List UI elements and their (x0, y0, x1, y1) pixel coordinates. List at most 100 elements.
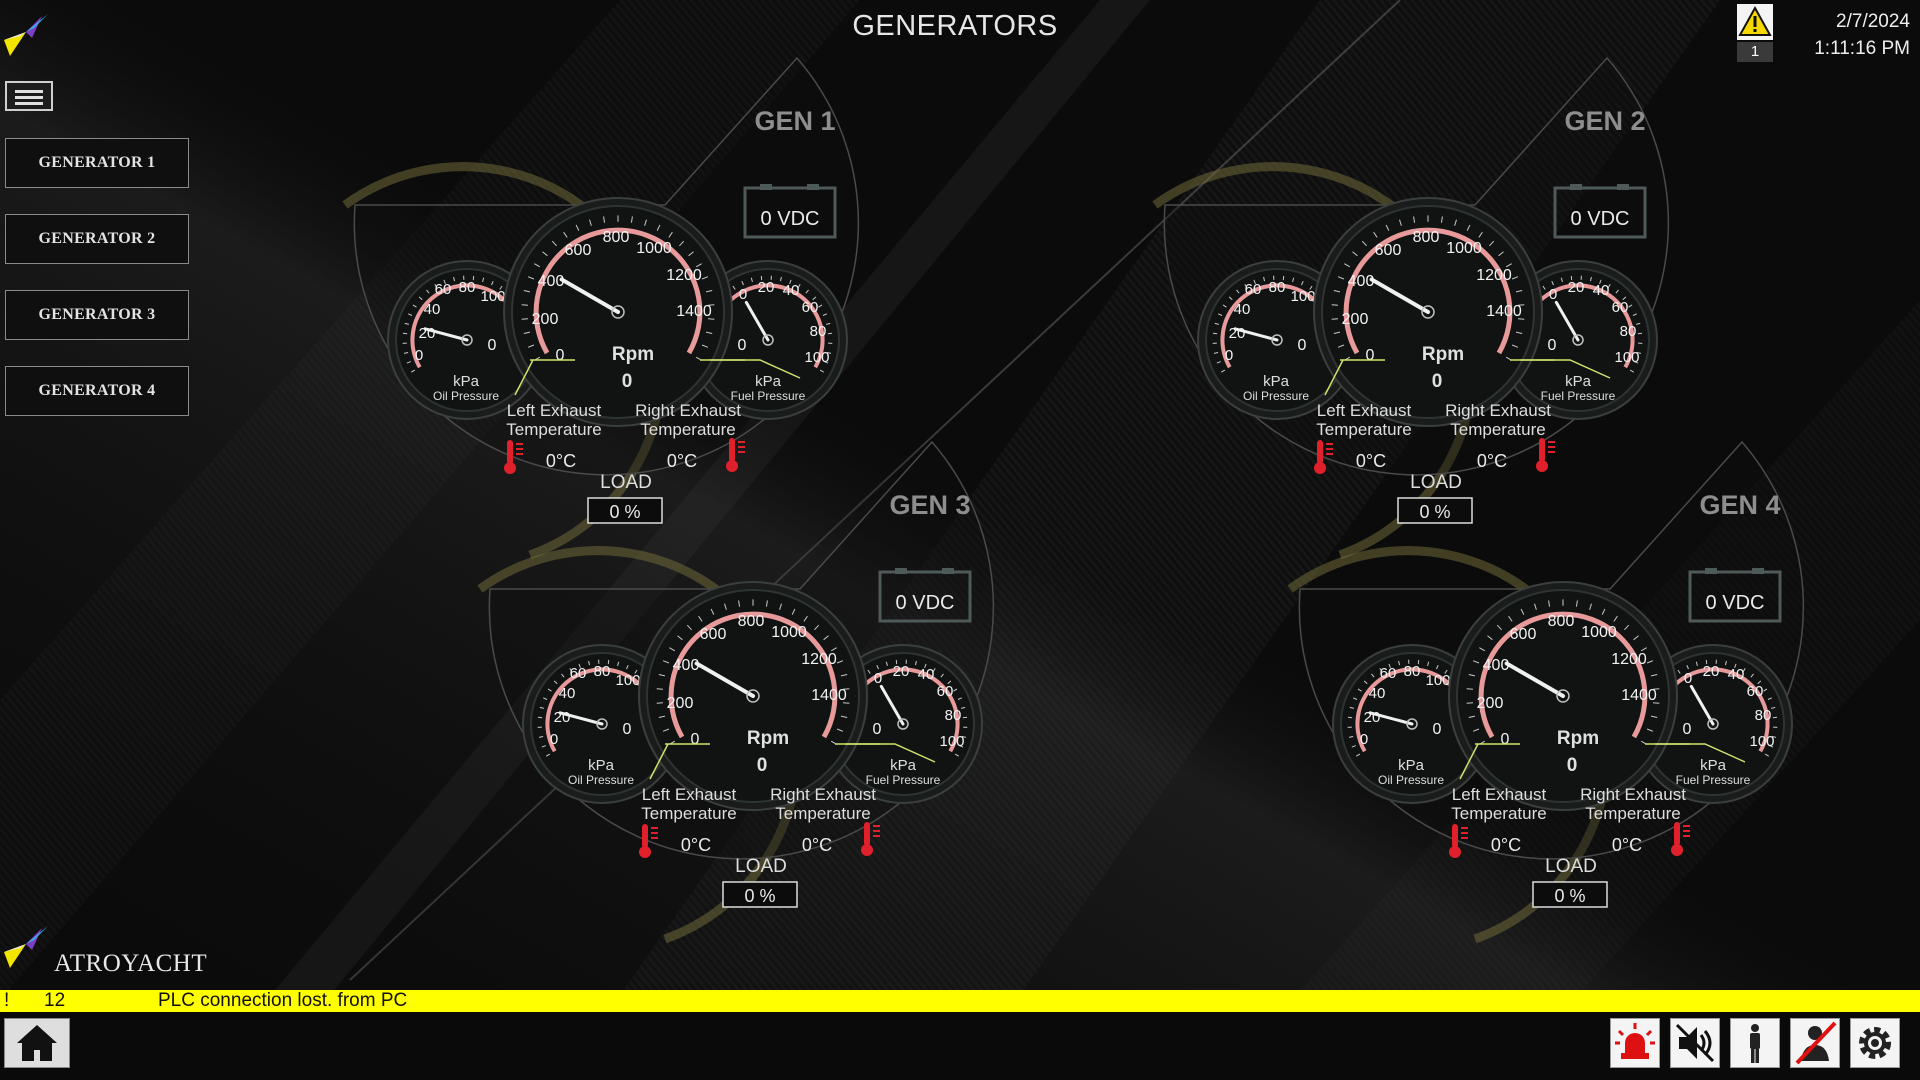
gauge-tick-label: 20 (893, 663, 910, 680)
gauge-tick-label: 1000 (1446, 240, 1482, 257)
load-value: 0 % (1554, 886, 1585, 906)
gauge-tick-label: 100 (480, 288, 505, 305)
logout-button[interactable] (1790, 1018, 1840, 1068)
gauge-tick-label: 20 (1568, 279, 1585, 296)
date-text: 2/7/2024 (1836, 11, 1910, 32)
rpm-unit: Rpm (612, 344, 654, 365)
gauge-tick-label: 0 (1684, 670, 1692, 687)
settings-button[interactable] (1850, 1018, 1900, 1068)
gauge-tick-label: 100 (1749, 733, 1774, 750)
alarm-banner[interactable]: ! 12 PLC connection lost. from PC (0, 990, 1920, 1012)
gauge-tick-label: 80 (1755, 707, 1772, 724)
gauge-tick-label: 1200 (1476, 267, 1512, 284)
right-exhaust-label: Right Exhaust (770, 785, 876, 804)
oil-pressure-label: Oil Pressure (1243, 389, 1309, 403)
voltage-value: 0 VDC (1706, 592, 1765, 614)
siren-button[interactable] (1610, 1018, 1660, 1068)
fuel-pressure-label: Fuel Pressure (866, 773, 941, 787)
gauge-tick-label: 60 (937, 683, 954, 700)
mute-button[interactable] (1670, 1018, 1720, 1068)
brand: ATROYACHT (2, 922, 232, 980)
battery-icon (895, 568, 907, 574)
right-exhaust-label: Right Exhaust (1580, 785, 1686, 804)
gauge-tick-label: 800 (738, 613, 765, 630)
nav-generator-1-button[interactable]: GENERATOR 1 (5, 138, 189, 188)
rpm-gauge: 0 200 400600 800 1000 1200 1400 (1448, 581, 1678, 811)
fuel-pressure-value: 0 (1683, 721, 1692, 738)
alarm-flag: ! (4, 990, 10, 1011)
right-exhaust-label-2: Temperature (775, 804, 870, 823)
oil-pressure-value: 0 (488, 337, 497, 354)
gauge-tick-label: 0 (1360, 731, 1368, 748)
rpm-value: 0 (622, 371, 633, 392)
gauge-tick-label: 40 (1369, 685, 1386, 702)
gauge-tick-label: 0 (1366, 347, 1375, 364)
gauge-tick-label: 100 (804, 349, 829, 366)
gauge-tick-label: 40 (918, 666, 935, 683)
generator-panel-3: GEN 30 VDC0204060 801000kPaOil Pressure0 2… (477, 440, 995, 944)
load-value: 0 % (609, 502, 640, 522)
nav-generator-3-button[interactable]: GENERATOR 3 (5, 290, 189, 340)
nav-generator-2-button[interactable]: GENERATOR 2 (5, 214, 189, 264)
time-text: 1:11:16 PM (1814, 38, 1910, 59)
active-alarm-indicator[interactable]: 1 (1737, 4, 1773, 62)
gauge-tick-label: 40 (1728, 666, 1745, 683)
nav-generator-4-button[interactable]: GENERATOR 4 (5, 366, 189, 416)
gauge-tick-label: 1000 (771, 624, 807, 641)
gauge-tick-label: 800 (1548, 613, 1575, 630)
gauge-tick-label: 400 (1348, 273, 1375, 290)
siren-icon (1615, 1023, 1655, 1059)
rpm-value: 0 (1567, 755, 1578, 776)
gauge-tick-label: 0 (1501, 731, 1510, 748)
load-label: LOAD (600, 472, 652, 493)
rpm-value: 0 (757, 755, 768, 776)
gauge-tick-label: 200 (667, 695, 694, 712)
fuel-pressure-unit: kPa (890, 757, 917, 774)
gauge-tick-label: 60 (802, 299, 819, 316)
person-disabled-icon (1795, 1021, 1837, 1065)
fuel-pressure-label: Fuel Pressure (1541, 389, 1616, 403)
gauge-tick-label: 40 (559, 685, 576, 702)
menu-button[interactable] (5, 81, 53, 111)
left-exhaust-label: Left Exhaust (1317, 401, 1412, 420)
rpm-value: 0 (1432, 371, 1443, 392)
gauge-tick-label: 1000 (1581, 624, 1617, 641)
menu-icon-line (15, 96, 43, 99)
rpm-gauge: 0 200 400600 800 1000 1200 1400 (503, 197, 733, 427)
gauge-tick-label: 80 (594, 663, 611, 680)
gauge-tick-label: 600 (565, 242, 592, 259)
gauge-tick-label: 80 (945, 707, 962, 724)
gauge-tick-label: 60 (1245, 281, 1262, 298)
menu-icon-line (15, 102, 43, 105)
gauge-tick-label: 400 (538, 273, 565, 290)
gauge-tick-label: 1200 (801, 651, 837, 668)
gauge-tick-label: 80 (810, 323, 827, 340)
home-button[interactable] (4, 1018, 70, 1068)
left-exhaust-label: Left Exhaust (507, 401, 602, 420)
gauge-tick-label: 0 (691, 731, 700, 748)
brand-name: ATROYACHT (54, 950, 208, 977)
gauge-tick-label: 80 (1404, 663, 1421, 680)
left-exhaust-label-2: Temperature (641, 804, 736, 823)
gauge-tick-label: 0 (1549, 286, 1557, 303)
gauge-tick-label: 100 (615, 672, 640, 689)
left-exhaust-label-2: Temperature (506, 420, 601, 439)
gauge-tick-label: 100 (1425, 672, 1450, 689)
oil-pressure-unit: kPa (1263, 373, 1290, 390)
right-exhaust-temp: 0°C (667, 451, 697, 471)
gauge-tick-label: 1400 (1486, 303, 1522, 320)
oil-pressure-value: 0 (1433, 721, 1442, 738)
gauge-tick-label: 400 (673, 657, 700, 674)
gauge-tick-label: 40 (1234, 301, 1251, 318)
battery-icon (760, 184, 772, 190)
left-exhaust-label: Left Exhaust (1452, 785, 1547, 804)
app-logo-icon (4, 14, 48, 56)
right-exhaust-label-2: Temperature (1450, 420, 1545, 439)
gauge-tick-label: 600 (1510, 626, 1537, 643)
oil-pressure-value: 0 (1298, 337, 1307, 354)
right-exhaust-temp: 0°C (1612, 835, 1642, 855)
user-button[interactable] (1730, 1018, 1780, 1068)
gauge-tick-label: 400 (1483, 657, 1510, 674)
right-exhaust-temp: 0°C (802, 835, 832, 855)
right-exhaust-label: Right Exhaust (635, 401, 741, 420)
